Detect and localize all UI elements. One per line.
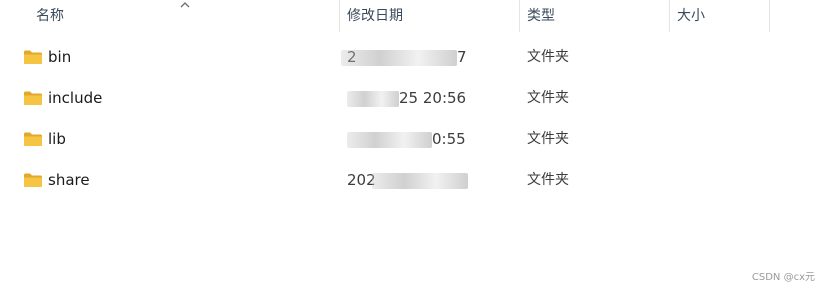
watermark-text: CSDN @cx元 [751,272,815,283]
folder-icon [24,132,42,146]
file-row[interactable]: share 202 文件夹 [0,160,829,201]
folder-icon [24,50,42,64]
file-type: 文件夹 [527,90,569,106]
date-modified-tail: 25 20:56 [399,89,467,107]
column-header-modified-label: 修改日期 [347,8,403,24]
file-name[interactable]: bin [48,37,71,78]
column-header-size[interactable]: 大小 [669,0,769,32]
redacted-blur [347,132,432,148]
file-type: 文件夹 [527,131,569,147]
redacted-blur [347,91,399,107]
column-header-type[interactable]: 类型 [519,0,669,32]
sort-ascending-icon[interactable] [179,0,191,10]
file-name[interactable]: share [48,160,90,201]
file-type: 文件夹 [527,172,569,188]
folder-icon [24,91,42,105]
redacted-blur [341,50,457,66]
date-modified-tail: 7 [457,48,467,66]
column-header-modified[interactable]: 修改日期 [339,0,519,32]
column-header-type-label: 类型 [527,8,555,24]
folder-icon [24,173,42,187]
file-name[interactable]: include [48,78,102,119]
file-name[interactable]: lib [48,119,66,160]
file-row[interactable]: bin 2 7 文件夹 [0,37,829,78]
file-type: 文件夹 [527,49,569,65]
column-header-bar: 名称 修改日期 类型 大小 [0,0,829,32]
column-divider[interactable] [769,0,770,32]
redacted-blur [372,173,468,189]
column-header-name-label: 名称 [36,8,64,24]
file-row[interactable]: include 25 20:56 文件夹 [0,78,829,119]
date-modified-tail: 0:55 [432,130,466,148]
file-row[interactable]: lib 0:55 文件夹 [0,119,829,160]
column-header-size-label: 大小 [677,8,705,24]
